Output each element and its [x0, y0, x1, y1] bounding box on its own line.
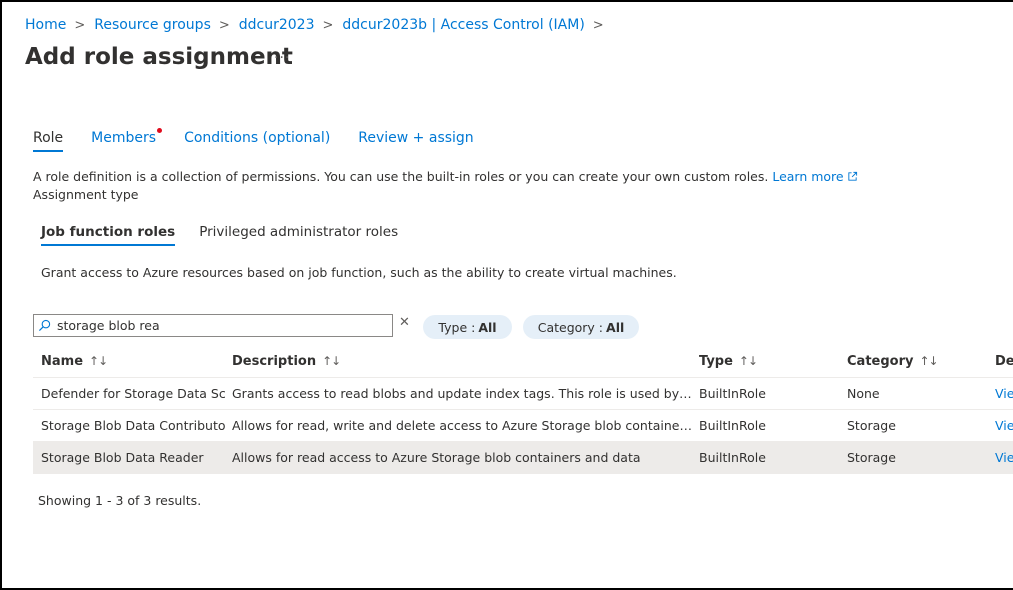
breadcrumb-separator: > — [74, 17, 86, 33]
role-type: BuiltInRole — [699, 418, 766, 433]
breadcrumb-home[interactable]: Home — [25, 17, 66, 33]
role-description-cell: Grants access to read blobs and update i… — [232, 386, 694, 401]
column-header-details[interactable]: Det — [995, 354, 1013, 369]
clear-search-button[interactable]: ✕ — [399, 315, 410, 330]
role-category: Storage — [847, 450, 896, 465]
column-header-type[interactable]: Type ↑↓ — [699, 354, 819, 369]
external-link-icon — [848, 171, 857, 181]
results-count: Showing 1 - 3 of 3 results. — [38, 493, 202, 508]
sort-icon: ↑↓ — [322, 354, 341, 368]
view-details-link[interactable]: Vie — [995, 418, 1013, 433]
table-row[interactable]: Defender for Storage Data Sc... Grants a… — [33, 378, 1013, 410]
type-filter-pill[interactable]: Type : All — [423, 315, 512, 339]
category-filter-pill[interactable]: Category : All — [523, 315, 639, 339]
wizard-tabs: Role Members Conditions (optional) Revie… — [33, 128, 502, 152]
table-row[interactable]: Storage Blob Data Contributor Allows for… — [33, 410, 1013, 442]
column-header-description[interactable]: Description ↑↓ — [232, 354, 694, 369]
column-header-label: Name — [41, 354, 84, 369]
search-icon — [38, 319, 51, 332]
type-filter-value: All — [478, 319, 497, 335]
type-filter-label: Type : — [438, 319, 476, 335]
assignment-type-tabs: Job function roles Privileged administra… — [41, 224, 422, 246]
page-frame: Home > Resource groups > ddcur2023 > ddc… — [0, 0, 1013, 590]
role-description: A role definition is a collection of per… — [33, 169, 858, 184]
more-options-button[interactable]: ··· — [274, 50, 290, 66]
sort-icon: ↑↓ — [89, 354, 108, 368]
role-category: Storage — [847, 418, 896, 433]
breadcrumb-separator: > — [322, 17, 334, 33]
assignment-type-label: Assignment type — [33, 187, 139, 202]
role-type: BuiltInRole — [699, 386, 766, 401]
view-details-link[interactable]: Vie — [995, 450, 1013, 465]
page-title: Add role assignment — [25, 44, 293, 70]
column-header-label: Category — [847, 354, 914, 369]
sort-icon: ↑↓ — [919, 354, 938, 368]
category-filter-value: All — [606, 319, 625, 335]
table-header: Name ↑↓ Description ↑↓ Type ↑↓ Category ↑↓ D… — [33, 346, 1013, 378]
tab-conditions[interactable]: Conditions (optional) — [184, 130, 330, 152]
role-description-text: A role definition is a collection of per… — [33, 169, 769, 184]
role-description-cell: Allows for read, write and delete access… — [232, 418, 694, 433]
role-type: BuiltInRole — [699, 450, 766, 465]
roles-table: Name ↑↓ Description ↑↓ Type ↑↓ Category ↑↓ D… — [33, 346, 1013, 474]
breadcrumb-access-control[interactable]: ddcur2023b | Access Control (IAM) — [342, 17, 584, 33]
table-row-selected[interactable]: Storage Blob Data Reader Allows for read… — [33, 442, 1013, 474]
role-name: Storage Blob Data Contributor — [41, 418, 226, 433]
role-description-cell: Allows for read access to Azure Storage … — [232, 450, 641, 465]
subtab-description: Grant access to Azure resources based on… — [41, 265, 677, 280]
breadcrumb: Home > Resource groups > ddcur2023 > ddc… — [25, 17, 613, 33]
search-input[interactable] — [57, 318, 377, 333]
role-name: Defender for Storage Data Sc... — [41, 386, 226, 401]
breadcrumb-separator: > — [218, 17, 230, 33]
learn-more-label: Learn more — [772, 169, 844, 184]
tab-members-label: Members — [91, 130, 157, 146]
column-header-category[interactable]: Category ↑↓ — [847, 354, 977, 369]
sort-icon: ↑↓ — [738, 354, 758, 368]
breadcrumb-resource-groups[interactable]: Resource groups — [94, 17, 211, 33]
tab-role[interactable]: Role — [33, 130, 64, 152]
role-category: None — [847, 386, 880, 401]
learn-more-link[interactable]: Learn more — [772, 169, 857, 184]
tab-job-function-roles[interactable]: Job function roles — [41, 224, 176, 246]
role-name: Storage Blob Data Reader — [41, 450, 204, 465]
required-indicator-icon — [157, 128, 163, 133]
breadcrumb-resource-group[interactable]: ddcur2023 — [239, 17, 315, 33]
column-header-label: Type — [699, 354, 733, 369]
category-filter-label: Category : — [537, 319, 604, 335]
role-search-box[interactable] — [33, 314, 393, 337]
column-header-label: Description — [232, 354, 317, 369]
tab-members[interactable]: Members — [91, 128, 163, 152]
view-details-link[interactable]: Vie — [995, 386, 1013, 401]
tab-review-assign[interactable]: Review + assign — [358, 130, 473, 152]
column-header-name[interactable]: Name ↑↓ — [41, 354, 226, 369]
breadcrumb-separator: > — [592, 17, 604, 33]
tab-privileged-admin-roles[interactable]: Privileged administrator roles — [199, 224, 398, 246]
